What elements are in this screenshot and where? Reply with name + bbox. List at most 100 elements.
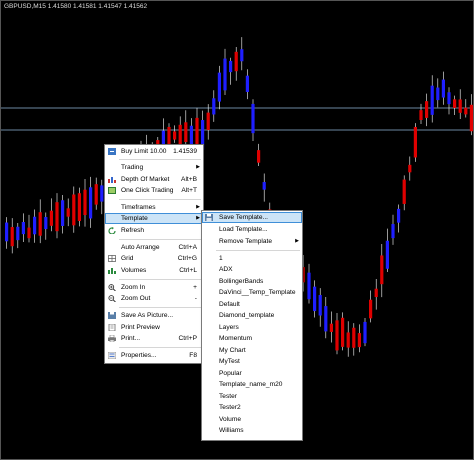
candle-body bbox=[223, 58, 227, 91]
zoom-out-icon bbox=[108, 295, 116, 303]
candle-body bbox=[10, 227, 14, 247]
submenu-arrow-icon: ▶ bbox=[196, 164, 200, 170]
candle-body bbox=[363, 321, 367, 344]
menu-item-print-preview[interactable]: Print Preview bbox=[105, 322, 203, 333]
template-item-adx[interactable]: ADX bbox=[202, 264, 302, 275]
submenu-arrow-icon: ▶ bbox=[295, 238, 299, 244]
candle-body bbox=[335, 320, 339, 351]
template-item-volume[interactable]: Volume bbox=[202, 414, 302, 425]
candle-body bbox=[49, 210, 53, 226]
candle-body bbox=[453, 99, 457, 108]
refresh-icon bbox=[108, 227, 116, 235]
candle-body bbox=[184, 122, 188, 143]
menu-item-print[interactable]: Print... Ctrl+P bbox=[105, 333, 203, 344]
candle-body bbox=[173, 131, 177, 140]
candle-body bbox=[464, 107, 468, 115]
template-item-my-chart[interactable]: My Chart bbox=[202, 345, 302, 356]
template-item-williams[interactable]: Williams bbox=[202, 425, 302, 436]
menu-separator bbox=[119, 159, 201, 160]
candle-body bbox=[206, 112, 210, 131]
menu-item-save-template[interactable]: Save Template... bbox=[202, 212, 302, 223]
candle-body bbox=[436, 87, 440, 101]
candle-body bbox=[380, 255, 384, 285]
menu-item-depth-of-market[interactable]: Depth Of Market Alt+B bbox=[105, 174, 203, 185]
candle-body bbox=[27, 227, 31, 239]
candle-body bbox=[195, 117, 199, 147]
template-item-popular[interactable]: Popular bbox=[202, 368, 302, 379]
menu-item-auto-arrange[interactable]: Auto Arrange Ctrl+A bbox=[105, 242, 203, 253]
template-item-template-name-m20[interactable]: Template_name_m20 bbox=[202, 379, 302, 390]
candle-body bbox=[408, 164, 412, 173]
menu-separator bbox=[119, 307, 201, 308]
candle-body bbox=[21, 222, 25, 235]
menu-item-buy-limit[interactable]: Buy Limit 10.00 1.41539 bbox=[105, 146, 203, 157]
menu-item-trading[interactable]: Trading ▶ bbox=[105, 162, 203, 173]
menu-item-properties[interactable]: Properties... F8 bbox=[105, 350, 203, 361]
candle-body bbox=[257, 150, 261, 163]
candle-body bbox=[447, 92, 451, 105]
candle-body bbox=[189, 125, 193, 145]
candle-body bbox=[458, 99, 462, 113]
candle-body bbox=[430, 85, 434, 115]
candle-body bbox=[72, 194, 76, 226]
menu-item-refresh[interactable]: Refresh bbox=[105, 225, 203, 236]
menu-separator bbox=[119, 199, 201, 200]
submenu-arrow-icon: ▶ bbox=[196, 204, 200, 210]
template-item-diamond-template[interactable]: Diamond_template bbox=[202, 310, 302, 321]
menu-item-one-click-trading[interactable]: One Click Trading Alt+T bbox=[105, 185, 203, 196]
candle-body bbox=[240, 49, 244, 62]
candle-body bbox=[83, 189, 87, 216]
candle-body bbox=[357, 333, 361, 348]
template-item-bollingerbands[interactable]: BollingerBands bbox=[202, 276, 302, 287]
menu-item-save-as-picture[interactable]: Save As Picture... bbox=[105, 310, 203, 321]
menu-separator bbox=[119, 347, 201, 348]
template-item-momentum[interactable]: Momentum bbox=[202, 333, 302, 344]
candle-body bbox=[262, 182, 266, 190]
candle-body bbox=[346, 332, 350, 348]
menu-item-template[interactable]: Template ▶ bbox=[105, 213, 203, 224]
menu-item-grid[interactable]: Grid Ctrl+G bbox=[105, 253, 203, 264]
depth-of-market-icon bbox=[108, 176, 116, 183]
zoom-in-icon bbox=[108, 284, 116, 292]
candle-body bbox=[234, 51, 238, 72]
menu-item-zoom-in[interactable]: Zoom In + bbox=[105, 282, 203, 293]
candle-body bbox=[5, 222, 9, 242]
candle-body bbox=[413, 126, 417, 158]
candle-body bbox=[369, 299, 373, 319]
template-item-default[interactable]: Default bbox=[202, 299, 302, 310]
print-icon bbox=[108, 334, 116, 343]
menu-item-volumes[interactable]: Volumes Ctrl+L bbox=[105, 265, 203, 276]
candle-body bbox=[66, 208, 70, 217]
candle-body bbox=[217, 72, 221, 102]
candle-body bbox=[44, 217, 48, 230]
candle-body bbox=[38, 212, 42, 236]
menu-item-zoom-out[interactable]: Zoom Out - bbox=[105, 293, 203, 304]
template-item-1[interactable]: 1 bbox=[202, 253, 302, 264]
candle-body bbox=[89, 187, 93, 219]
template-item-layers[interactable]: Layers bbox=[202, 322, 302, 333]
volumes-icon bbox=[108, 267, 116, 274]
grid-icon bbox=[108, 255, 116, 262]
save-template-icon bbox=[205, 214, 213, 221]
candle-body bbox=[16, 226, 20, 241]
candle-body bbox=[397, 208, 401, 223]
candle-body bbox=[329, 323, 333, 332]
template-submenu: Save Template... Load Template... Remove… bbox=[201, 210, 303, 441]
candle-body bbox=[313, 286, 317, 312]
candle-body bbox=[100, 185, 104, 202]
menu-item-timeframes[interactable]: Timeframes ▶ bbox=[105, 202, 203, 213]
template-item-tester2[interactable]: Tester2 bbox=[202, 402, 302, 413]
template-item-davinci-temp-template[interactable]: DaVinci__Temp_Template bbox=[202, 287, 302, 298]
candle-body bbox=[469, 104, 473, 132]
candle-body bbox=[374, 288, 378, 298]
candle-body bbox=[419, 110, 423, 121]
menu-separator bbox=[216, 250, 300, 251]
menu-item-load-template[interactable]: Load Template... bbox=[202, 224, 302, 235]
candle-body bbox=[441, 79, 445, 98]
template-item-tester[interactable]: Tester bbox=[202, 391, 302, 402]
candle-body bbox=[61, 200, 65, 226]
candle-body bbox=[77, 193, 81, 222]
template-item-mytest[interactable]: MyTest bbox=[202, 356, 302, 367]
menu-item-remove-template[interactable]: Remove Template ▶ bbox=[202, 236, 302, 247]
menu-separator bbox=[119, 239, 201, 240]
